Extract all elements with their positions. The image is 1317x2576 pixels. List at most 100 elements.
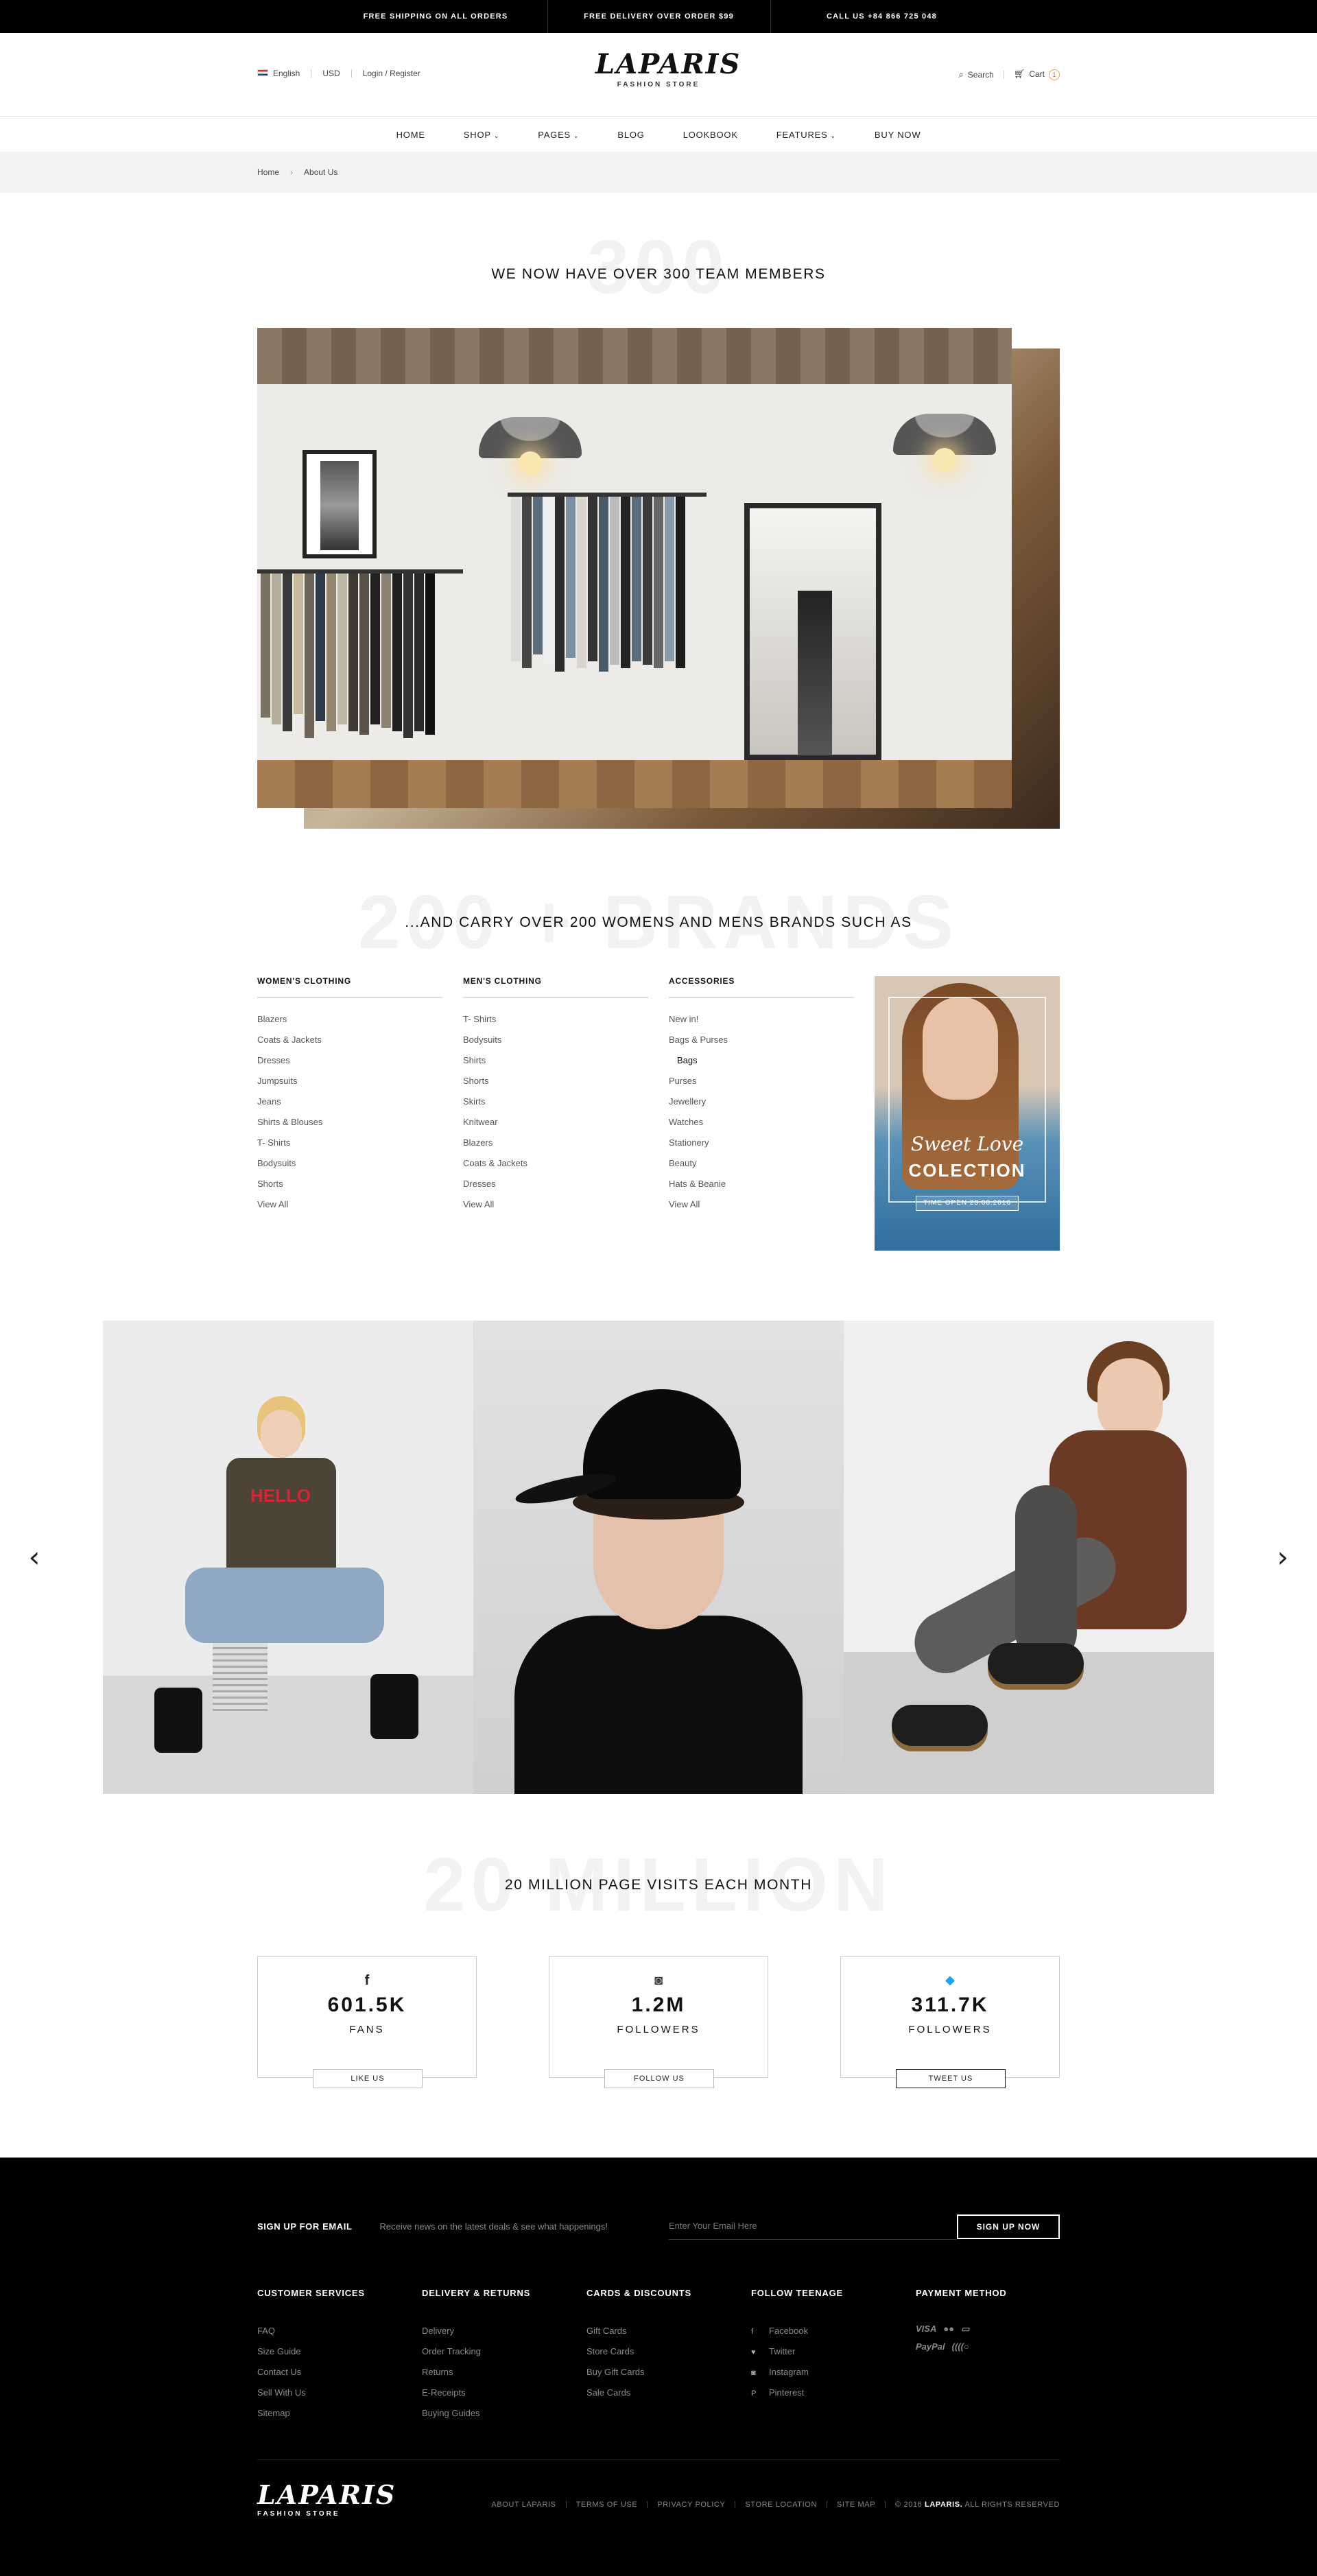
- logo-name: LAPARIS: [595, 48, 741, 80]
- nav-lookbook[interactable]: LOOKBOOK: [664, 130, 757, 140]
- like-us-button[interactable]: LIKE US: [313, 2069, 423, 2088]
- nav-features[interactable]: FEATURES ⌄: [757, 130, 855, 140]
- slide-man-brown-sweater[interactable]: [844, 1321, 1214, 1794]
- privacy-link[interactable]: PRIVACY POLICY: [657, 2501, 725, 2509]
- currency-selector[interactable]: USD: [322, 69, 340, 78]
- category-link[interactable]: Blazers: [463, 1133, 648, 1153]
- divider: [351, 69, 352, 78]
- announcement-phone: CALL US +84 866 725 048: [770, 0, 993, 33]
- copyright-year: © 2016: [895, 2501, 923, 2509]
- category-link[interactable]: Coats & Jackets: [257, 1030, 442, 1050]
- cart-button[interactable]: 🛒︎ Cart 1: [1014, 69, 1060, 80]
- footer-link[interactable]: Order Tracking: [422, 2341, 580, 2362]
- nav-home[interactable]: HOME: [377, 130, 444, 140]
- slide-boy-black-cap[interactable]: [473, 1321, 844, 1794]
- footer-column-heading: CARDS & DISCOUNTS: [586, 2288, 691, 2298]
- category-link[interactable]: New in!: [669, 1009, 854, 1030]
- category-link[interactable]: Dresses: [257, 1050, 442, 1071]
- copyright-brand: LAPARIS.: [925, 2501, 963, 2509]
- category-link[interactable]: T- Shirts: [257, 1133, 442, 1153]
- site-map-link[interactable]: SITE MAP: [837, 2501, 875, 2509]
- cart-icon: 🛒︎: [1013, 69, 1025, 79]
- category-link[interactable]: Bags & Purses: [669, 1030, 854, 1050]
- store-interior-photo: [257, 328, 1012, 808]
- follow-us-button[interactable]: FOLLOW US: [604, 2069, 714, 2088]
- view-all-link[interactable]: View All: [257, 1194, 442, 1215]
- footer-logo[interactable]: LAPARIS FASHION STORE: [257, 2480, 394, 2518]
- footer-link[interactable]: E-Receipts: [422, 2383, 580, 2403]
- category-link[interactable]: Jewellery: [669, 1091, 854, 1112]
- breadcrumb-home[interactable]: Home: [257, 167, 279, 177]
- category-link[interactable]: Shirts: [463, 1050, 648, 1071]
- instagram-link[interactable]: ◙ Instagram: [751, 2362, 909, 2383]
- store-location-link[interactable]: STORE LOCATION: [745, 2501, 817, 2509]
- nav-shop[interactable]: SHOP ⌄: [444, 130, 519, 140]
- footer-link[interactable]: Store Cards: [586, 2341, 744, 2362]
- slide-girl-hello-tee[interactable]: HELLO: [103, 1321, 473, 1794]
- nav-blog[interactable]: BLOG: [598, 130, 663, 140]
- footer-link[interactable]: Size Guide: [257, 2341, 415, 2362]
- search-button[interactable]: ⌕ Search: [959, 69, 994, 80]
- site-footer: SIGN UP FOR EMAIL Receive news on the la…: [0, 2158, 1317, 2576]
- category-link[interactable]: Beauty: [669, 1153, 854, 1174]
- category-link[interactable]: T- Shirts: [463, 1009, 648, 1030]
- nav-pages[interactable]: PAGES ⌄: [519, 130, 598, 140]
- category-link[interactable]: Shorts: [257, 1174, 442, 1194]
- email-input[interactable]: [669, 2212, 957, 2240]
- slider-next-arrow-icon[interactable]: ›: [1269, 1543, 1296, 1572]
- footer-link[interactable]: Contact Us: [257, 2362, 415, 2383]
- nav-label: BLOG: [617, 129, 645, 140]
- category-link[interactable]: Coats & Jackets: [463, 1153, 648, 1174]
- nav-buy-now[interactable]: BUY NOW: [855, 130, 940, 140]
- footer-link-label: Instagram: [769, 2367, 809, 2377]
- category-link[interactable]: Dresses: [463, 1174, 648, 1194]
- about-link[interactable]: ABOUT LAPARIS: [491, 2501, 556, 2509]
- category-link[interactable]: Shirts & Blouses: [257, 1112, 442, 1133]
- footer-link[interactable]: Delivery: [422, 2321, 580, 2341]
- footer-link[interactable]: Returns: [422, 2362, 580, 2383]
- language-selector[interactable]: English: [257, 69, 300, 78]
- footer-link[interactable]: Sitemap: [257, 2403, 415, 2424]
- twitter-link[interactable]: ♥ Twitter: [751, 2341, 909, 2362]
- uk-flag-icon: [257, 69, 268, 76]
- category-link[interactable]: Stationery: [669, 1133, 854, 1153]
- brand-categories: WOMEN'S CLOTHING Blazers Coats & Jackets…: [257, 976, 1060, 1251]
- category-link[interactable]: Bags: [669, 1050, 854, 1071]
- category-link[interactable]: Bodysuits: [257, 1153, 442, 1174]
- facebook-link[interactable]: f Facebook: [751, 2321, 909, 2341]
- category-link[interactable]: Jeans: [257, 1091, 442, 1112]
- model-shoe: [988, 1643, 1084, 1684]
- pinterest-link[interactable]: P Pinterest: [751, 2383, 909, 2403]
- site-logo[interactable]: LAPARIS FASHION STORE: [595, 48, 741, 100]
- view-all-link[interactable]: View All: [463, 1194, 648, 1215]
- category-link[interactable]: Blazers: [257, 1009, 442, 1030]
- category-link[interactable]: Knitwear: [463, 1112, 648, 1133]
- column-heading: MEN'S CLOTHING: [463, 976, 648, 998]
- footer-link[interactable]: Buy Gift Cards: [586, 2362, 744, 2383]
- category-link[interactable]: Skirts: [463, 1091, 648, 1112]
- footer-link[interactable]: Sale Cards: [586, 2383, 744, 2403]
- sign-up-now-button[interactable]: SIGN UP NOW: [957, 2214, 1060, 2239]
- view-all-link[interactable]: View All: [669, 1194, 854, 1215]
- footer-link[interactable]: FAQ: [257, 2321, 415, 2341]
- category-link[interactable]: Jumpsuits: [257, 1071, 442, 1091]
- category-link[interactable]: Shorts: [463, 1071, 648, 1091]
- category-link[interactable]: Watches: [669, 1112, 854, 1133]
- footer-link[interactable]: Gift Cards: [586, 2321, 744, 2341]
- tweet-us-button[interactable]: TWEET US: [896, 2069, 1006, 2088]
- sweet-love-promo-banner[interactable]: Sweet Love COLECTION TIME OPEN 23.08.201…: [875, 976, 1060, 1251]
- contactless-icon: ((((○: [951, 2341, 969, 2352]
- site-header: English USD Login / Register LAPARIS FAS…: [0, 33, 1317, 117]
- top-announcement-bar: FREE SHIPPING ON ALL ORDERS FREE DELIVER…: [0, 0, 1317, 33]
- model-face: [261, 1410, 302, 1458]
- facebook-icon: f: [751, 2328, 754, 2336]
- magazine-stack: [213, 1643, 268, 1712]
- category-link[interactable]: Hats & Beanie: [669, 1174, 854, 1194]
- footer-link[interactable]: Sell With Us: [257, 2383, 415, 2403]
- footer-link[interactable]: Buying Guides: [422, 2403, 580, 2424]
- slider-prev-arrow-icon[interactable]: ‹: [21, 1543, 48, 1572]
- login-register-link[interactable]: Login / Register: [363, 69, 420, 78]
- category-link[interactable]: Purses: [669, 1071, 854, 1091]
- category-link[interactable]: Bodysuits: [463, 1030, 648, 1050]
- terms-link[interactable]: TERMS OF USE: [576, 2501, 638, 2509]
